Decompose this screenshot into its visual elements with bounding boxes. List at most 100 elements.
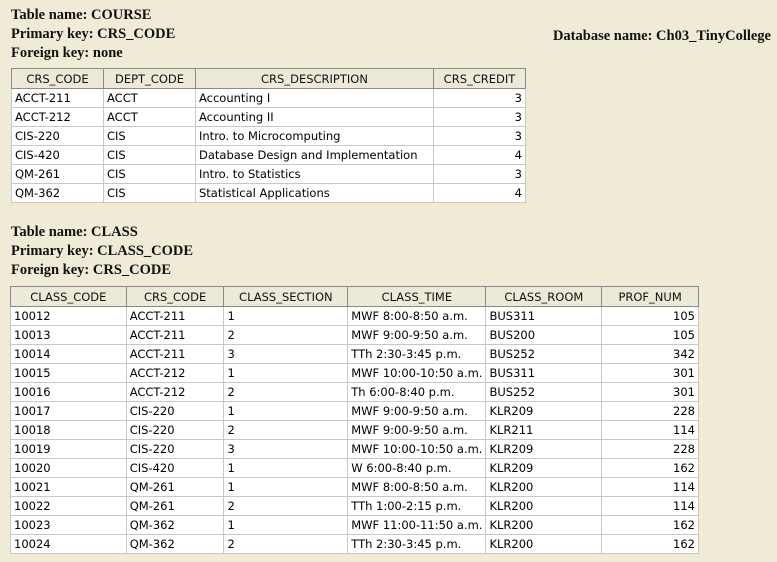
table-cell: Accounting I	[195, 88, 434, 108]
table-cell: 4	[433, 183, 526, 203]
table-cell: QM-261	[125, 496, 225, 516]
table-cell: TTh 2:30-3:45 p.m.	[347, 344, 487, 364]
column-header-crs-credit: CRS_CREDIT	[433, 68, 526, 89]
table-cell: QM-261	[11, 164, 104, 184]
table-cell: Database Design and Implementation	[195, 145, 434, 165]
table-cell: MWF 9:00-9:50 a.m.	[347, 401, 487, 421]
table-cell: Intro. to Statistics	[195, 164, 434, 184]
table-cell: 10012	[10, 306, 127, 326]
column-header-prof-num: PROF_NUM	[601, 286, 699, 307]
table-cell: Statistical Applications	[195, 183, 434, 203]
table-cell: CIS-220	[125, 401, 225, 421]
table-cell: 1	[223, 306, 349, 326]
course-foreign-key: Foreign key: none	[11, 45, 123, 61]
table-cell: MWF 11:00-11:50 a.m.	[347, 515, 487, 535]
table-cell: 1	[223, 363, 349, 383]
table-row: 10013 ACCT-211 2 MWF 9:00-9:50 a.m. BUS200 10…	[10, 325, 699, 345]
table-cell: 3	[433, 107, 526, 127]
table-cell: TTh 1:00-2:15 p.m.	[347, 496, 487, 516]
column-header-class-section: CLASS_SECTION	[223, 286, 349, 307]
table-cell: 10023	[10, 515, 127, 535]
course-body: ACCT-211 ACCT Accounting I 3 ACCT-212 ACCT Acc…	[11, 88, 526, 203]
table-cell: 10021	[10, 477, 127, 497]
table-cell: 10024	[10, 534, 127, 554]
column-header-class-room: CLASS_ROOM	[485, 286, 603, 307]
table-cell: MWF 9:00-9:50 a.m.	[347, 325, 487, 345]
column-header-class-time: CLASS_TIME	[347, 286, 487, 307]
column-header-dept-code: DEPT_CODE	[103, 68, 196, 89]
table-row: 10022 QM-261 2 TTh 1:00-2:15 p.m. KLR200 114	[10, 496, 699, 516]
table-cell: 2	[223, 382, 349, 402]
table-cell: CIS-420	[11, 145, 104, 165]
table-cell: TTh 2:30-3:45 p.m.	[347, 534, 487, 554]
table-cell: ACCT-212	[11, 107, 104, 127]
table-cell: 105	[601, 325, 699, 345]
table-cell: 301	[601, 363, 699, 383]
table-cell: KLR200	[485, 515, 603, 535]
table-cell: KLR209	[485, 458, 603, 478]
table-row: 10023 QM-362 1 MWF 11:00-11:50 a.m. KLR200 16…	[10, 515, 699, 535]
table-cell: MWF 8:00-8:50 a.m.	[347, 306, 487, 326]
column-header-crs-description: CRS_DESCRIPTION	[195, 68, 434, 89]
table-cell: CIS-220	[125, 439, 225, 459]
table-cell: 162	[601, 458, 699, 478]
table-cell: CIS-420	[125, 458, 225, 478]
column-header-class-code: CLASS_CODE	[10, 286, 127, 307]
table-cell: 228	[601, 439, 699, 459]
table-cell: KLR200	[485, 534, 603, 554]
table-cell: 3	[223, 439, 349, 459]
table-cell: 10013	[10, 325, 127, 345]
table-cell: ACCT	[103, 88, 196, 108]
table-cell: 114	[601, 420, 699, 440]
table-cell: CIS	[103, 164, 196, 184]
table-cell: 162	[601, 534, 699, 554]
table-cell: 10019	[10, 439, 127, 459]
table-row: ACCT-211 ACCT Accounting I3	[11, 88, 526, 108]
table-row: 10018 CIS-220 2 MWF 9:00-9:50 a.m. KLR211 114	[10, 420, 699, 440]
table-cell: QM-362	[125, 515, 225, 535]
table-cell: 1	[223, 401, 349, 421]
class-table-name: Table name: CLASS	[11, 224, 138, 240]
table-cell: 2	[223, 534, 349, 554]
table-cell: 3	[433, 88, 526, 108]
table-cell: 105	[601, 306, 699, 326]
table-cell: 114	[601, 496, 699, 516]
table-row: QM-261 CIS Intro. to Statistics 3	[11, 164, 526, 184]
table-cell: MWF 10:00-10:50 a.m.	[347, 363, 487, 383]
table-cell: 10014	[10, 344, 127, 364]
table-row: CIS-220 CIS Intro. to Microcomputing 3	[11, 126, 526, 146]
table-cell: 3	[433, 164, 526, 184]
table-cell: 10022	[10, 496, 127, 516]
table-cell: CIS	[103, 126, 196, 146]
table-cell: 3	[223, 344, 349, 364]
table-cell: BUS311	[485, 306, 603, 326]
class-table: CLASS_CODE CRS_CODE CLASS_SECTION CLASS_TIM…	[10, 286, 699, 554]
table-row: ACCT-212 ACCT Accounting II 3	[11, 107, 526, 127]
table-row: 10015 ACCT-212 1 MWF 10:00-10:50 a.m. BUS311…	[10, 363, 699, 383]
table-cell: BUS311	[485, 363, 603, 383]
table-cell: ACCT-211	[125, 344, 225, 364]
table-cell: BUS252	[485, 344, 603, 364]
table-cell: Intro. to Microcomputing	[195, 126, 434, 146]
table-row: 10020 CIS-420 1 W 6:00-8:40 p.m. KLR209 162	[10, 458, 699, 478]
table-cell: QM-261	[125, 477, 225, 497]
table-cell: QM-362	[125, 534, 225, 554]
table-cell: KLR200	[485, 496, 603, 516]
table-cell: MWF 10:00-10:50 a.m.	[347, 439, 487, 459]
table-cell: 10018	[10, 420, 127, 440]
table-cell: 10017	[10, 401, 127, 421]
class-foreign-key: Foreign key: CRS_CODE	[11, 262, 172, 278]
table-row: CIS-420 CIS Database Design and Implementa…	[11, 145, 526, 165]
table-cell: 2	[223, 325, 349, 345]
table-cell: 2	[223, 496, 349, 516]
table-row: 10012 ACCT-211 1 MWF 8:00-8:50 a.m. BUS311 10…	[10, 306, 699, 326]
table-row: 10021 QM-261 1 MWF 8:00-8:50 a.m. KLR200 114	[10, 477, 699, 497]
table-row: 10017 CIS-220 1 MWF 9:00-9:50 a.m. KLR209 228	[10, 401, 699, 421]
table-row: 10024 QM-362 2 TTh 2:30-3:45 p.m. KLR200 162	[10, 534, 699, 554]
table-cell: CIS-220	[125, 420, 225, 440]
table-cell: ACCT-211	[125, 306, 225, 326]
column-header-crs-code: CRS_CODE	[125, 286, 225, 307]
table-row: 10016 ACCT-212 2 Th 6:00-8:40 p.m. BUS252 301	[10, 382, 699, 402]
course-table: CRS_CODE DEPT_CODE CRS_DESCRIPTION CRS_CRED…	[11, 68, 526, 203]
table-cell: 10016	[10, 382, 127, 402]
